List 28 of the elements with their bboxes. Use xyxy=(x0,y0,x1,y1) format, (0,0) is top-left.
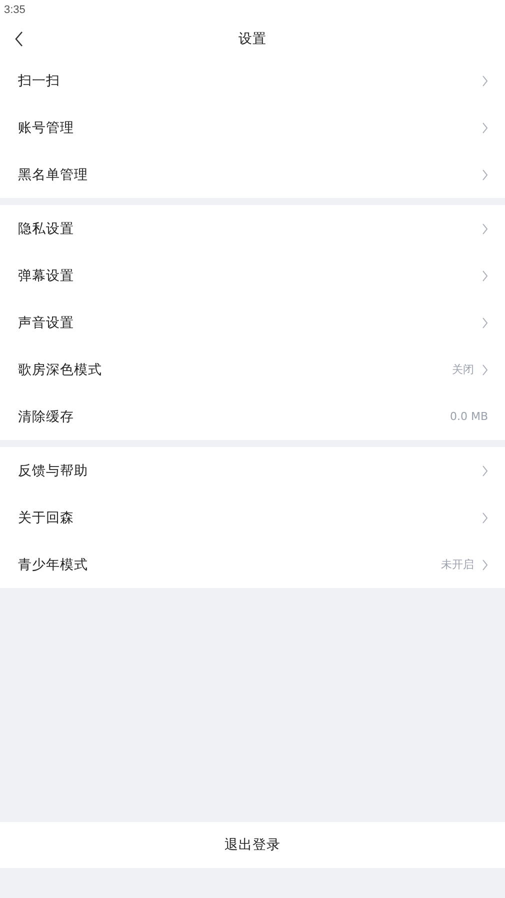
item-label: 关于回森 xyxy=(18,508,75,526)
page-title: 设置 xyxy=(238,30,266,48)
item-label: 清除缓存 xyxy=(18,408,75,426)
chevron-icon xyxy=(482,270,488,282)
back-icon[interactable] xyxy=(14,31,24,47)
chevron-icon xyxy=(482,464,488,476)
chevron-icon xyxy=(482,558,488,570)
item-label: 声音设置 xyxy=(18,314,75,332)
logout-button[interactable]: 退出登录 xyxy=(0,822,505,868)
item-label: 账号管理 xyxy=(18,118,75,136)
item-value: 关闭 xyxy=(452,362,474,377)
status-time: 3:35 xyxy=(4,4,26,16)
chevron-icon xyxy=(482,122,488,134)
item-label: 反馈与帮助 xyxy=(18,462,89,480)
item-label: 青少年模式 xyxy=(18,556,89,574)
item-value: 未开启 xyxy=(441,557,474,572)
item-label: 隐私设置 xyxy=(18,220,75,238)
item-label: 扫一扫 xyxy=(18,72,61,90)
item-value: 0.0 MB xyxy=(450,410,488,423)
chevron-icon xyxy=(482,364,488,376)
chevron-icon xyxy=(482,74,488,86)
chevron-icon xyxy=(482,512,488,524)
item-label: 黑名单管理 xyxy=(18,166,89,184)
chevron-icon xyxy=(482,168,488,180)
item-label: 歌房深色模式 xyxy=(18,360,103,378)
item-label: 弹幕设置 xyxy=(18,266,75,284)
chevron-icon xyxy=(482,222,488,234)
chevron-icon xyxy=(482,316,488,328)
